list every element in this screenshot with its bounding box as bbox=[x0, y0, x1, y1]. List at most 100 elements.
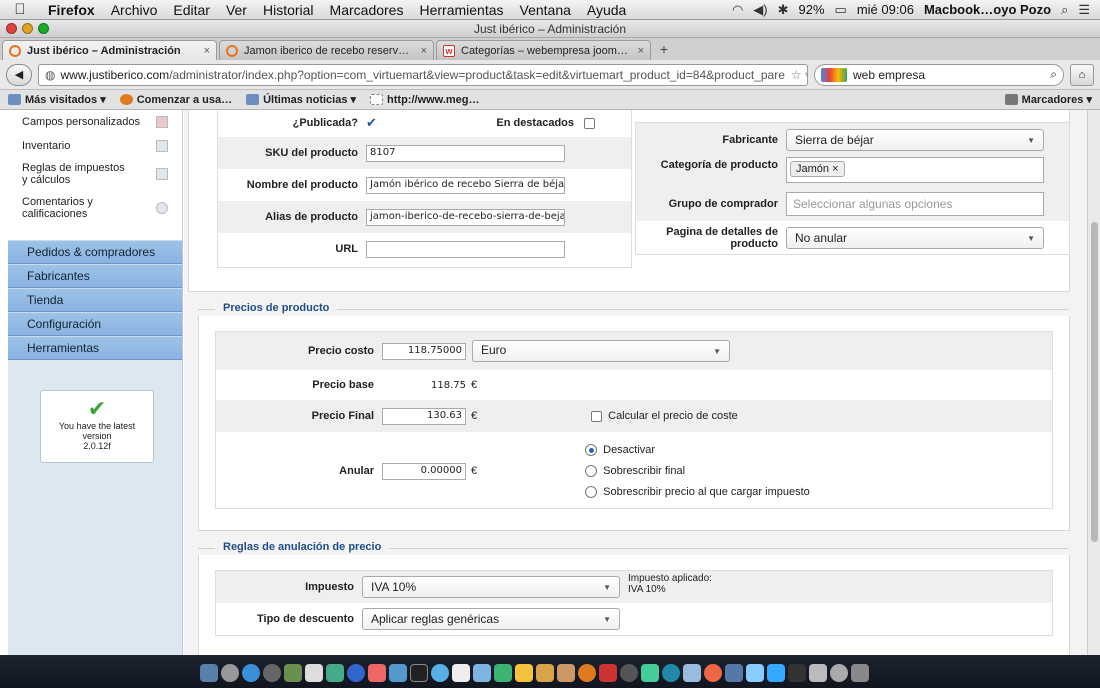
battery-percent[interactable]: 92% bbox=[799, 2, 825, 17]
discount-select[interactable]: Aplicar reglas genéricas ▼ bbox=[362, 608, 620, 630]
radio-button[interactable] bbox=[585, 444, 598, 456]
menu-ayuda[interactable]: Ayuda bbox=[579, 2, 634, 18]
finder-icon[interactable] bbox=[200, 664, 218, 682]
app-icon[interactable] bbox=[683, 664, 701, 682]
app-icon[interactable] bbox=[431, 664, 449, 682]
menu-ver[interactable]: Ver bbox=[218, 2, 255, 18]
notes-icon[interactable] bbox=[515, 664, 533, 682]
sidebar-item-herramientas[interactable]: Herramientas bbox=[8, 336, 182, 360]
app-icon[interactable] bbox=[494, 664, 512, 682]
url-bar[interactable]: ◍ www.justiberico.com /administrator/ind… bbox=[38, 63, 808, 86]
dropbox-icon[interactable] bbox=[767, 664, 785, 682]
app-icon[interactable] bbox=[704, 664, 722, 682]
app-icon[interactable] bbox=[410, 664, 428, 682]
sidebar-item-inventario[interactable]: Inventario bbox=[8, 136, 182, 156]
close-tab-icon[interactable]: × bbox=[204, 45, 210, 57]
alias-input[interactable]: jamon-iberico-de-recebo-sierra-de-bejar bbox=[366, 208, 565, 226]
app-icon[interactable] bbox=[620, 664, 638, 682]
app-icon[interactable] bbox=[536, 664, 554, 682]
safari-icon[interactable] bbox=[242, 664, 260, 682]
back-button[interactable]: ◀ bbox=[6, 63, 32, 86]
app-icon[interactable] bbox=[473, 664, 491, 682]
bookmark-meg[interactable]: http://www.meg… bbox=[370, 94, 480, 106]
featured-checkbox[interactable] bbox=[584, 117, 595, 129]
app-icon[interactable] bbox=[788, 664, 806, 682]
remove-tag-icon[interactable]: × bbox=[832, 163, 838, 175]
search-icon[interactable]: ⌕ bbox=[1050, 67, 1057, 82]
menu-marcadores[interactable]: Marcadores bbox=[322, 2, 412, 18]
volume-icon[interactable]: ◀) bbox=[753, 2, 767, 18]
menu-editar[interactable]: Editar bbox=[165, 2, 218, 18]
tab-jamon[interactable]: Jamon iberico de recebo reserv… × bbox=[219, 40, 434, 60]
app-icon[interactable] bbox=[830, 664, 848, 682]
calc-cost-checkbox[interactable] bbox=[591, 410, 603, 422]
app-icon[interactable] bbox=[368, 664, 386, 682]
app-icon[interactable] bbox=[557, 664, 575, 682]
menu-historial[interactable]: Historial bbox=[255, 2, 322, 18]
app-icon[interactable] bbox=[326, 664, 344, 682]
app-icon[interactable] bbox=[641, 664, 659, 682]
radio-sobrescribir-impuesto[interactable]: Sobrescribir precio al que cargar impues… bbox=[585, 486, 810, 498]
zoom-window-icon[interactable] bbox=[38, 23, 49, 34]
clock[interactable]: mié 09:06 bbox=[857, 2, 914, 17]
home-button[interactable]: ⌂ bbox=[1070, 63, 1094, 86]
spotlight-icon[interactable]: ⌕ bbox=[1061, 2, 1068, 18]
close-window-icon[interactable] bbox=[6, 23, 17, 34]
cost-input[interactable]: 118.75000 bbox=[382, 342, 466, 360]
sidebar-item-campos[interactable]: Campos personalizados bbox=[8, 112, 182, 132]
tax-select[interactable]: IVA 10% ▼ bbox=[362, 576, 620, 598]
published-checkbox[interactable]: ✔ bbox=[366, 116, 377, 129]
menu-herramientas[interactable]: Herramientas bbox=[411, 2, 511, 18]
bookmark-star-icon[interactable]: ☆ ▿ C bbox=[785, 68, 807, 82]
skype-icon[interactable] bbox=[662, 664, 680, 682]
trash-icon[interactable] bbox=[851, 664, 869, 682]
bookmark-mas-visitados[interactable]: Más visitados ▾ bbox=[8, 93, 106, 106]
details-page-select[interactable]: No anular ▼ bbox=[786, 227, 1044, 249]
app-icon[interactable] bbox=[389, 664, 407, 682]
sidebar-item-comentarios[interactable]: Comentarios y calificaciones bbox=[8, 192, 182, 224]
app-icon[interactable] bbox=[725, 664, 743, 682]
sidebar-item-tienda[interactable]: Tienda bbox=[8, 288, 182, 312]
menu-ventana[interactable]: Ventana bbox=[512, 2, 579, 18]
app-icon[interactable] bbox=[809, 664, 827, 682]
notification-icon[interactable]: ☰ bbox=[1078, 2, 1090, 18]
app-icon[interactable] bbox=[599, 664, 617, 682]
radio-button[interactable] bbox=[585, 486, 598, 498]
category-multiselect[interactable]: Jamón × bbox=[786, 157, 1044, 183]
app-icon[interactable] bbox=[284, 664, 302, 682]
app-icon[interactable] bbox=[746, 664, 764, 682]
radio-button[interactable] bbox=[585, 465, 598, 477]
sku-input[interactable]: 8107 bbox=[366, 144, 565, 162]
search-box[interactable]: web empresa ⌕ bbox=[814, 63, 1064, 86]
minimize-window-icon[interactable] bbox=[22, 23, 33, 34]
bookmark-comenzar[interactable]: Comenzar a usa… bbox=[119, 94, 232, 106]
app-icon[interactable] bbox=[347, 664, 365, 682]
product-name-input[interactable]: Jamón ibérico de recebo Sierra de béjar bbox=[366, 176, 565, 194]
shopper-group-input[interactable]: Seleccionar algunas opciones bbox=[786, 192, 1044, 216]
url-input[interactable] bbox=[366, 240, 565, 258]
radio-desactivar[interactable]: Desactivar bbox=[585, 444, 810, 456]
override-input[interactable]: 0.00000 bbox=[382, 462, 466, 480]
radio-sobrescribir-final[interactable]: Sobrescribir final bbox=[585, 465, 810, 477]
bookmark-noticias[interactable]: Últimas noticias ▾ bbox=[246, 93, 356, 106]
category-tag[interactable]: Jamón × bbox=[790, 161, 845, 177]
close-tab-icon[interactable]: × bbox=[421, 45, 427, 57]
sidebar-item-configuracion[interactable]: Configuración bbox=[8, 312, 182, 336]
scrollbar[interactable] bbox=[1087, 110, 1100, 655]
system-prefs-icon[interactable] bbox=[263, 664, 281, 682]
app-icon[interactable] bbox=[305, 664, 323, 682]
apple-icon[interactable]:  bbox=[0, 1, 40, 18]
sidebar-item-pedidos[interactable]: Pedidos & compradores bbox=[8, 240, 182, 264]
sidebar-item-reglas[interactable]: Reglas de impuestos y cálculos bbox=[8, 158, 182, 190]
currency-select[interactable]: Euro ▼ bbox=[472, 340, 730, 362]
calendar-icon[interactable] bbox=[452, 664, 470, 682]
new-tab-icon[interactable]: + bbox=[653, 40, 675, 60]
menu-app-name[interactable]: Firefox bbox=[40, 2, 103, 18]
tab-admin[interactable]: Just ibérico – Administración × bbox=[2, 40, 217, 60]
tab-categorias[interactable]: w Categorías – webempresa joom… × bbox=[436, 40, 651, 60]
launchpad-icon[interactable] bbox=[221, 664, 239, 682]
sidebar-item-fabricantes[interactable]: Fabricantes bbox=[8, 264, 182, 288]
bookmarks-menu[interactable]: Marcadores ▾ bbox=[1004, 93, 1092, 106]
scrollbar-thumb[interactable] bbox=[1091, 222, 1098, 542]
user-name[interactable]: Macbook…oyo Pozo bbox=[924, 2, 1051, 17]
